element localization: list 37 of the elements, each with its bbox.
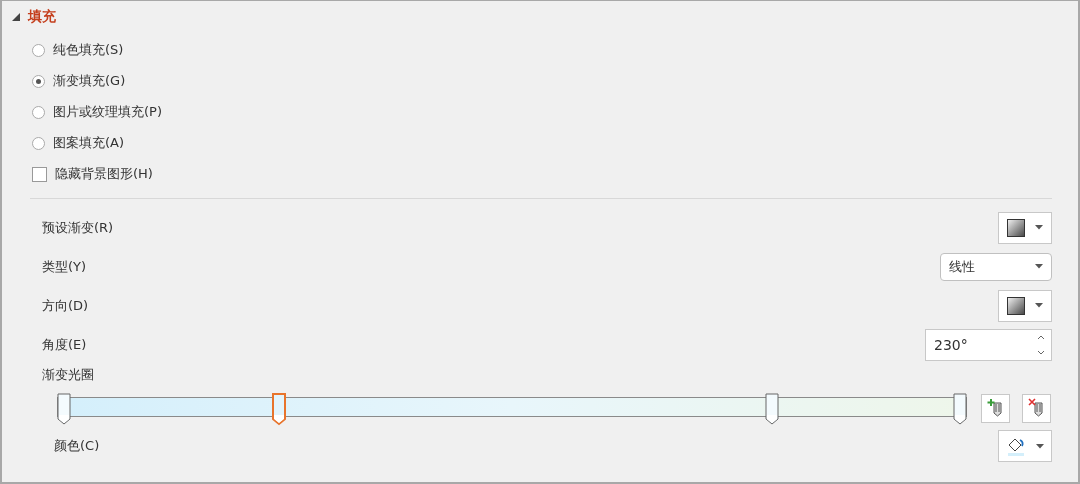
section-title: 填充 — [28, 8, 56, 26]
paint-bucket-icon — [1006, 436, 1026, 456]
radio-label: 图片或纹理填充(P) — [53, 103, 162, 121]
radio-label: 纯色填充(S) — [53, 41, 124, 59]
caret-icon — [1036, 443, 1044, 449]
radio-button[interactable] — [32, 43, 45, 57]
spin-arrows-icon[interactable] — [1037, 333, 1045, 356]
checkbox[interactable] — [32, 166, 47, 182]
collapse-triangle-icon[interactable] — [12, 13, 20, 21]
gradient-stop-handle[interactable] — [57, 392, 71, 426]
caret-icon — [1035, 225, 1043, 230]
caret-icon — [1035, 303, 1043, 308]
angle-spinner[interactable]: 230° — [925, 328, 1052, 361]
gradient-picker-button[interactable] — [998, 289, 1052, 322]
gradient-stop-handle[interactable] — [953, 392, 967, 426]
radio-button[interactable] — [32, 136, 45, 150]
fill-color-button[interactable] — [998, 430, 1052, 462]
gradient-stop-handle[interactable] — [764, 392, 779, 426]
setting-label: 预设渐变(R) — [42, 218, 114, 237]
setting-label: 角度(E) — [42, 335, 87, 354]
gradient-stop-handle[interactable] — [272, 392, 287, 426]
add-stop-button[interactable] — [981, 393, 1010, 423]
color-label: 颜色(C) — [54, 437, 100, 455]
radio-button[interactable] — [32, 74, 45, 88]
remove-stop-button[interactable] — [1022, 393, 1051, 423]
caret-icon — [1035, 264, 1043, 269]
radio-label: 渐变填充(G) — [53, 72, 126, 90]
gradient-picker-button[interactable] — [998, 211, 1052, 244]
gradient-stops-label: 渐变光圈 — [42, 367, 94, 382]
checkbox-label: 隐藏背景图形(H) — [55, 165, 153, 183]
gradient-swatch-icon — [1007, 218, 1025, 237]
type-dropdown[interactable]: 线性 — [940, 252, 1052, 281]
radio-button[interactable] — [32, 105, 45, 119]
setting-label: 类型(Y) — [42, 257, 87, 276]
radio-label: 图案填充(A) — [53, 134, 125, 152]
gradient-swatch-icon — [1007, 296, 1025, 315]
setting-label: 方向(D) — [42, 296, 89, 315]
